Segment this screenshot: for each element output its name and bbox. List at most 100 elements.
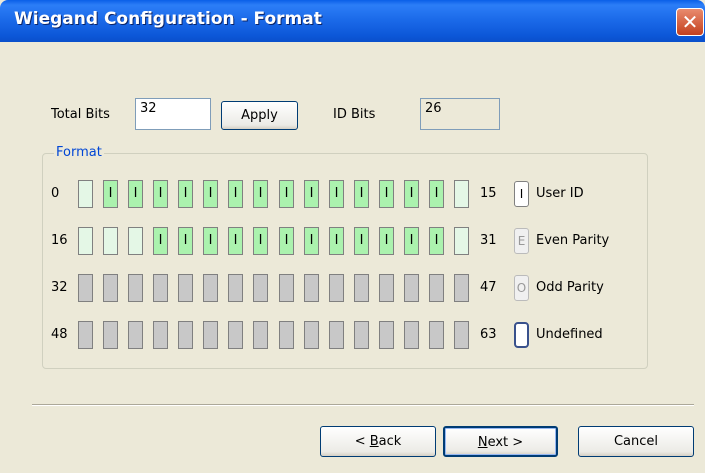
bit-cell-user-id[interactable]: I bbox=[404, 180, 419, 208]
bit-cell-user-id[interactable]: I bbox=[429, 227, 444, 255]
bit-cell-undefined[interactable] bbox=[153, 274, 168, 302]
row-start-index: 32 bbox=[51, 280, 68, 295]
bit-cell-undefined[interactable] bbox=[228, 321, 243, 349]
bit-cell-user-id[interactable]: I bbox=[429, 180, 444, 208]
bit-cell-undefined[interactable] bbox=[228, 274, 243, 302]
legend-odd-parity-label: Odd Parity bbox=[536, 280, 604, 295]
bit-cell-user-id[interactable]: I bbox=[279, 227, 294, 255]
row-end-index: 15 bbox=[480, 186, 497, 201]
total-bits-input[interactable]: 32 bbox=[135, 98, 211, 130]
bit-cell-undefined[interactable] bbox=[78, 274, 93, 302]
id-bits-field: 26 bbox=[420, 98, 500, 130]
legend-user-id-label: User ID bbox=[536, 186, 584, 201]
bit-cell-user-id[interactable]: I bbox=[329, 227, 344, 255]
row-start-index: 0 bbox=[51, 186, 60, 201]
bit-cell-user-id[interactable]: I bbox=[304, 227, 319, 255]
close-icon: ✕ bbox=[681, 10, 699, 34]
bit-cell-undefined[interactable] bbox=[253, 321, 268, 349]
close-button[interactable]: ✕ bbox=[676, 8, 704, 36]
footer-separator bbox=[32, 404, 694, 406]
bit-cell-undefined[interactable] bbox=[153, 321, 168, 349]
bit-cell-user-id[interactable]: I bbox=[329, 180, 344, 208]
row-end-index: 63 bbox=[480, 327, 497, 342]
bit-cell-user-id[interactable]: I bbox=[404, 227, 419, 255]
back-button[interactable]: < Back bbox=[320, 426, 436, 457]
bit-cell-user-id[interactable]: I bbox=[304, 180, 319, 208]
bit-cell-undefined[interactable] bbox=[203, 321, 218, 349]
row-end-index: 31 bbox=[480, 233, 497, 248]
bit-cell-user-id[interactable]: I bbox=[354, 180, 369, 208]
bit-cell-user-id[interactable]: I bbox=[228, 227, 243, 255]
bit-cell-undefined[interactable] bbox=[429, 274, 444, 302]
bit-cell-user-id[interactable]: I bbox=[279, 180, 294, 208]
next-rest: ext > bbox=[487, 435, 524, 450]
apply-button[interactable]: Apply bbox=[221, 101, 298, 130]
bit-cell-undefined[interactable] bbox=[279, 274, 294, 302]
bit-cell-undefined[interactable] bbox=[454, 321, 469, 349]
bit-cell-parity[interactable] bbox=[454, 227, 469, 255]
bit-cell-undefined[interactable] bbox=[178, 274, 193, 302]
title-bar[interactable]: Wiegand Configuration - Format ✕ bbox=[0, 0, 705, 42]
bit-cell-parity[interactable] bbox=[78, 227, 93, 255]
bit-cell-undefined[interactable] bbox=[304, 321, 319, 349]
bit-cell-parity[interactable] bbox=[78, 180, 93, 208]
cancel-button[interactable]: Cancel bbox=[578, 426, 694, 457]
legend-even-parity-swatch: E bbox=[514, 228, 529, 254]
back-prefix: < bbox=[354, 434, 370, 449]
bit-cell-undefined[interactable] bbox=[354, 274, 369, 302]
bit-cell-undefined[interactable] bbox=[404, 274, 419, 302]
bit-cell-undefined[interactable] bbox=[103, 321, 118, 349]
bit-cell-user-id[interactable]: I bbox=[253, 180, 268, 208]
bit-cell-undefined[interactable] bbox=[128, 274, 143, 302]
legend-undefined-label: Undefined bbox=[536, 327, 603, 342]
bit-cell-parity[interactable] bbox=[103, 227, 118, 255]
bit-cell-undefined[interactable] bbox=[379, 274, 394, 302]
bit-cell-undefined[interactable] bbox=[454, 274, 469, 302]
bit-cell-undefined[interactable] bbox=[279, 321, 294, 349]
bit-cell-user-id[interactable]: I bbox=[153, 180, 168, 208]
back-rest: ack bbox=[378, 434, 402, 449]
bit-cell-user-id[interactable]: I bbox=[253, 227, 268, 255]
legend-odd-parity-swatch: O bbox=[514, 275, 529, 301]
bit-cell-user-id[interactable]: I bbox=[153, 227, 168, 255]
wiegand-format-dialog: Wiegand Configuration - Format ✕ Total B… bbox=[0, 0, 705, 473]
id-bits-label: ID Bits bbox=[333, 107, 376, 122]
bit-cell-undefined[interactable] bbox=[178, 321, 193, 349]
window-title: Wiegand Configuration - Format bbox=[14, 9, 322, 29]
next-mnemonic: N bbox=[477, 435, 488, 450]
legend-user-id-swatch: I bbox=[514, 181, 529, 207]
bit-cell-parity[interactable] bbox=[454, 180, 469, 208]
format-group-title: Format bbox=[54, 145, 104, 160]
legend-undefined-swatch bbox=[514, 322, 529, 348]
bit-cell-undefined[interactable] bbox=[404, 321, 419, 349]
bit-cell-user-id[interactable]: I bbox=[178, 227, 193, 255]
row-end-index: 47 bbox=[480, 280, 497, 295]
bit-cell-undefined[interactable] bbox=[78, 321, 93, 349]
bit-cell-undefined[interactable] bbox=[329, 321, 344, 349]
bit-cell-undefined[interactable] bbox=[128, 321, 143, 349]
bit-cell-undefined[interactable] bbox=[429, 321, 444, 349]
bit-cell-user-id[interactable]: I bbox=[203, 180, 218, 208]
bit-cell-user-id[interactable]: I bbox=[128, 180, 143, 208]
bit-cell-undefined[interactable] bbox=[253, 274, 268, 302]
bit-cell-user-id[interactable]: I bbox=[379, 180, 394, 208]
bit-cell-user-id[interactable]: I bbox=[228, 180, 243, 208]
bit-cell-user-id[interactable]: I bbox=[379, 227, 394, 255]
bit-cell-user-id[interactable]: I bbox=[103, 180, 118, 208]
row-start-index: 16 bbox=[51, 233, 68, 248]
bit-cell-undefined[interactable] bbox=[329, 274, 344, 302]
bit-cell-user-id[interactable]: I bbox=[203, 227, 218, 255]
bit-cell-parity[interactable] bbox=[128, 227, 143, 255]
next-button[interactable]: Next > bbox=[443, 426, 558, 457]
bit-cell-user-id[interactable]: I bbox=[354, 227, 369, 255]
row-start-index: 48 bbox=[51, 327, 68, 342]
bit-cell-undefined[interactable] bbox=[354, 321, 369, 349]
total-bits-label: Total Bits bbox=[51, 107, 110, 122]
bit-cell-undefined[interactable] bbox=[103, 274, 118, 302]
legend-even-parity-label: Even Parity bbox=[536, 233, 610, 248]
bit-cell-undefined[interactable] bbox=[304, 274, 319, 302]
bit-cell-user-id[interactable]: I bbox=[178, 180, 193, 208]
back-mnemonic: B bbox=[369, 434, 379, 449]
bit-cell-undefined[interactable] bbox=[379, 321, 394, 349]
bit-cell-undefined[interactable] bbox=[203, 274, 218, 302]
